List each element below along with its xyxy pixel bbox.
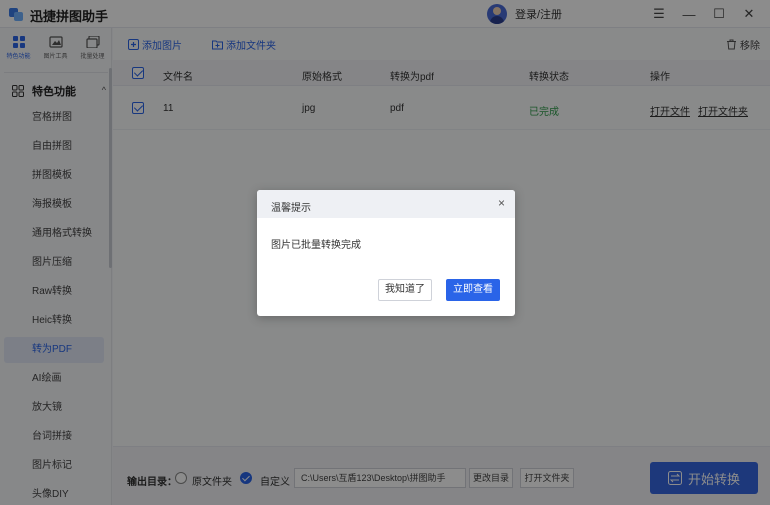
dialog-header: 温馨提示 × <box>257 190 515 218</box>
close-icon[interactable]: × <box>498 196 505 210</box>
acknowledge-button[interactable]: 我知道了 <box>378 279 432 301</box>
notice-dialog: 温馨提示 × 图片已批量转换完成 我知道了 立即查看 <box>257 190 515 316</box>
dialog-message: 图片已批量转换完成 <box>271 240 361 251</box>
view-now-button[interactable]: 立即查看 <box>446 279 500 301</box>
dialog-title: 温馨提示 <box>271 203 311 214</box>
